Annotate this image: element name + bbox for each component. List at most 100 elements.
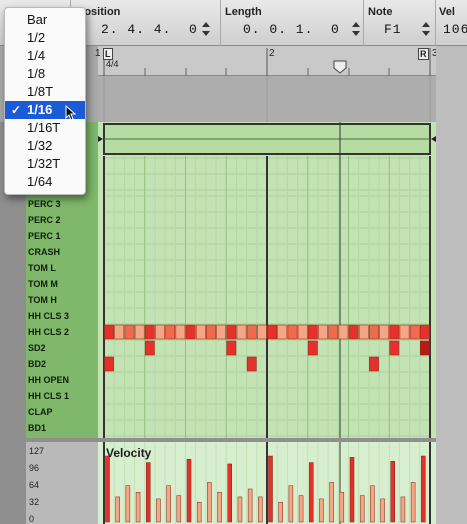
velocity-bar[interactable] [288,485,294,523]
drum-lane-label[interactable]: TOM M [28,279,58,289]
note-hh-cls-2[interactable] [277,324,288,340]
quantize-menu-item[interactable]: 1/8 [5,65,85,83]
note-hh-cls-2[interactable] [104,324,114,340]
note-hh-cls-2[interactable] [318,324,328,340]
note-hh-cls-2[interactable] [124,324,135,340]
note-hh-cls-2[interactable] [175,324,186,340]
note-hh-cls-2[interactable] [348,324,359,340]
note-hh-cls-2[interactable] [134,324,145,340]
note-hh-cls-2[interactable] [358,324,369,340]
note-bd2[interactable] [104,356,114,372]
drum-lane-label[interactable]: TOM H [28,295,57,305]
note-sd2[interactable] [420,340,430,356]
quantize-menu-item[interactable]: 1/32 [5,137,85,155]
length-value[interactable]: 0. 0. 1. 0 [243,22,340,37]
quantize-menu-item[interactable]: 1/2 [5,29,85,47]
note-hh-cls-2[interactable] [420,324,430,340]
drum-lane-label[interactable]: HH CLS 3 [28,311,69,321]
note-hh-cls-2[interactable] [307,324,318,340]
position-stepper-icon[interactable] [201,21,210,37]
velocity-bar[interactable] [247,488,253,523]
note-hh-cls-2[interactable] [236,324,247,340]
length-field[interactable]: Length 0. 0. 1. 0 [220,0,363,46]
drum-lane-label[interactable]: BD1 [28,423,46,433]
note-hh-cls-2[interactable] [399,324,410,340]
note-value[interactable]: F1 [384,22,402,37]
drum-lane-label[interactable]: HH CLS 1 [28,391,69,401]
note-hh-cls-2[interactable] [195,324,206,340]
velocity-bar[interactable] [359,495,365,523]
velocity-bar[interactable] [410,482,416,523]
velocity-lane[interactable]: Velocity [98,442,436,524]
band-right-arrow-icon[interactable] [431,136,436,142]
drum-lane-label[interactable]: SD2 [28,343,46,353]
note-hh-cls-2[interactable] [257,324,267,340]
quantize-menu-item[interactable]: 1/4 [5,47,85,65]
note-hh-cls-2[interactable] [287,324,298,340]
note-hh-cls-2[interactable] [155,324,165,340]
note-hh-cls-2[interactable] [369,324,379,340]
note-hh-cls-2[interactable] [409,324,420,340]
position-value[interactable]: 2. 4. 4. 0 [101,22,198,37]
drum-lane-label[interactable]: CRASH [28,247,60,257]
velocity-bar[interactable] [196,501,202,523]
velocity-bar[interactable] [400,496,406,523]
quantize-menu-item[interactable]: Bar [5,11,85,29]
drum-lane-label[interactable]: HH CLS 2 [28,327,69,337]
note-hh-cls-2[interactable] [328,324,339,340]
band-left-arrow-icon[interactable] [98,136,103,142]
drum-lane-label[interactable]: CLAP [28,407,53,417]
quantize-menu-item[interactable]: 1/16T [5,119,85,137]
velocity-field[interactable]: Vel 106 [435,0,467,46]
velocity-value[interactable]: 106 [443,22,467,37]
velocity-bar[interactable] [176,495,182,523]
note-sd2[interactable] [307,340,318,356]
velocity-bar[interactable] [227,463,232,523]
note-hh-cls-2[interactable] [338,324,349,340]
velocity-bar[interactable] [278,501,283,523]
note-hh-cls-2[interactable] [389,324,400,340]
length-stepper-icon[interactable] [351,21,360,37]
velocity-bar[interactable] [339,492,345,523]
velocity-bar[interactable] [105,455,110,523]
note-hh-cls-2[interactable] [144,324,155,340]
note-hh-cls-2[interactable] [114,324,125,340]
velocity-bar[interactable] [329,482,334,523]
note-hh-cls-2[interactable] [206,324,216,340]
drum-lane-label[interactable]: PERC 2 [28,215,61,225]
velocity-bar[interactable] [125,485,131,523]
velocity-bar[interactable] [166,485,171,523]
note-hh-cls-2[interactable] [216,324,227,340]
velocity-bar[interactable] [421,455,426,523]
note-field[interactable]: Note F1 [363,0,435,46]
velocity-bar[interactable] [217,492,222,523]
velocity-bar[interactable] [237,496,243,523]
note-grid-canvas[interactable] [98,122,436,438]
velocity-bar[interactable] [146,462,151,523]
bar-ruler[interactable]: L 1 4/4 2 R 3 [95,46,438,76]
velocity-bar[interactable] [115,496,120,523]
drum-lane-label[interactable]: HH OPEN [28,375,69,385]
note-hh-cls-2[interactable] [379,324,390,340]
velocity-bar[interactable] [309,462,314,523]
velocity-bar[interactable] [319,498,324,523]
note-hh-cls-2[interactable] [297,324,308,340]
quantize-menu-item[interactable]: 1/32T [5,155,85,173]
loop-end-marker-icon[interactable]: R [418,48,429,60]
note-stepper-icon[interactable] [421,21,430,37]
note-hh-cls-2[interactable] [246,324,257,340]
velocity-bar[interactable] [268,455,273,523]
position-field[interactable]: Position 2. 4. 4. 0 [70,0,220,46]
quantize-menu-item[interactable]: 1/8T [5,83,85,101]
note-bd2[interactable] [369,356,379,372]
playhead-icon[interactable] [333,60,347,74]
velocity-bar[interactable] [156,498,161,523]
velocity-bar[interactable] [349,457,355,523]
velocity-bar[interactable] [186,459,192,523]
velocity-bar[interactable] [258,496,263,523]
velocity-bar[interactable] [207,482,212,523]
note-hh-cls-2[interactable] [185,324,196,340]
velocity-bar[interactable] [298,495,304,523]
note-grid[interactable] [98,122,436,438]
note-hh-cls-2[interactable] [226,324,237,340]
